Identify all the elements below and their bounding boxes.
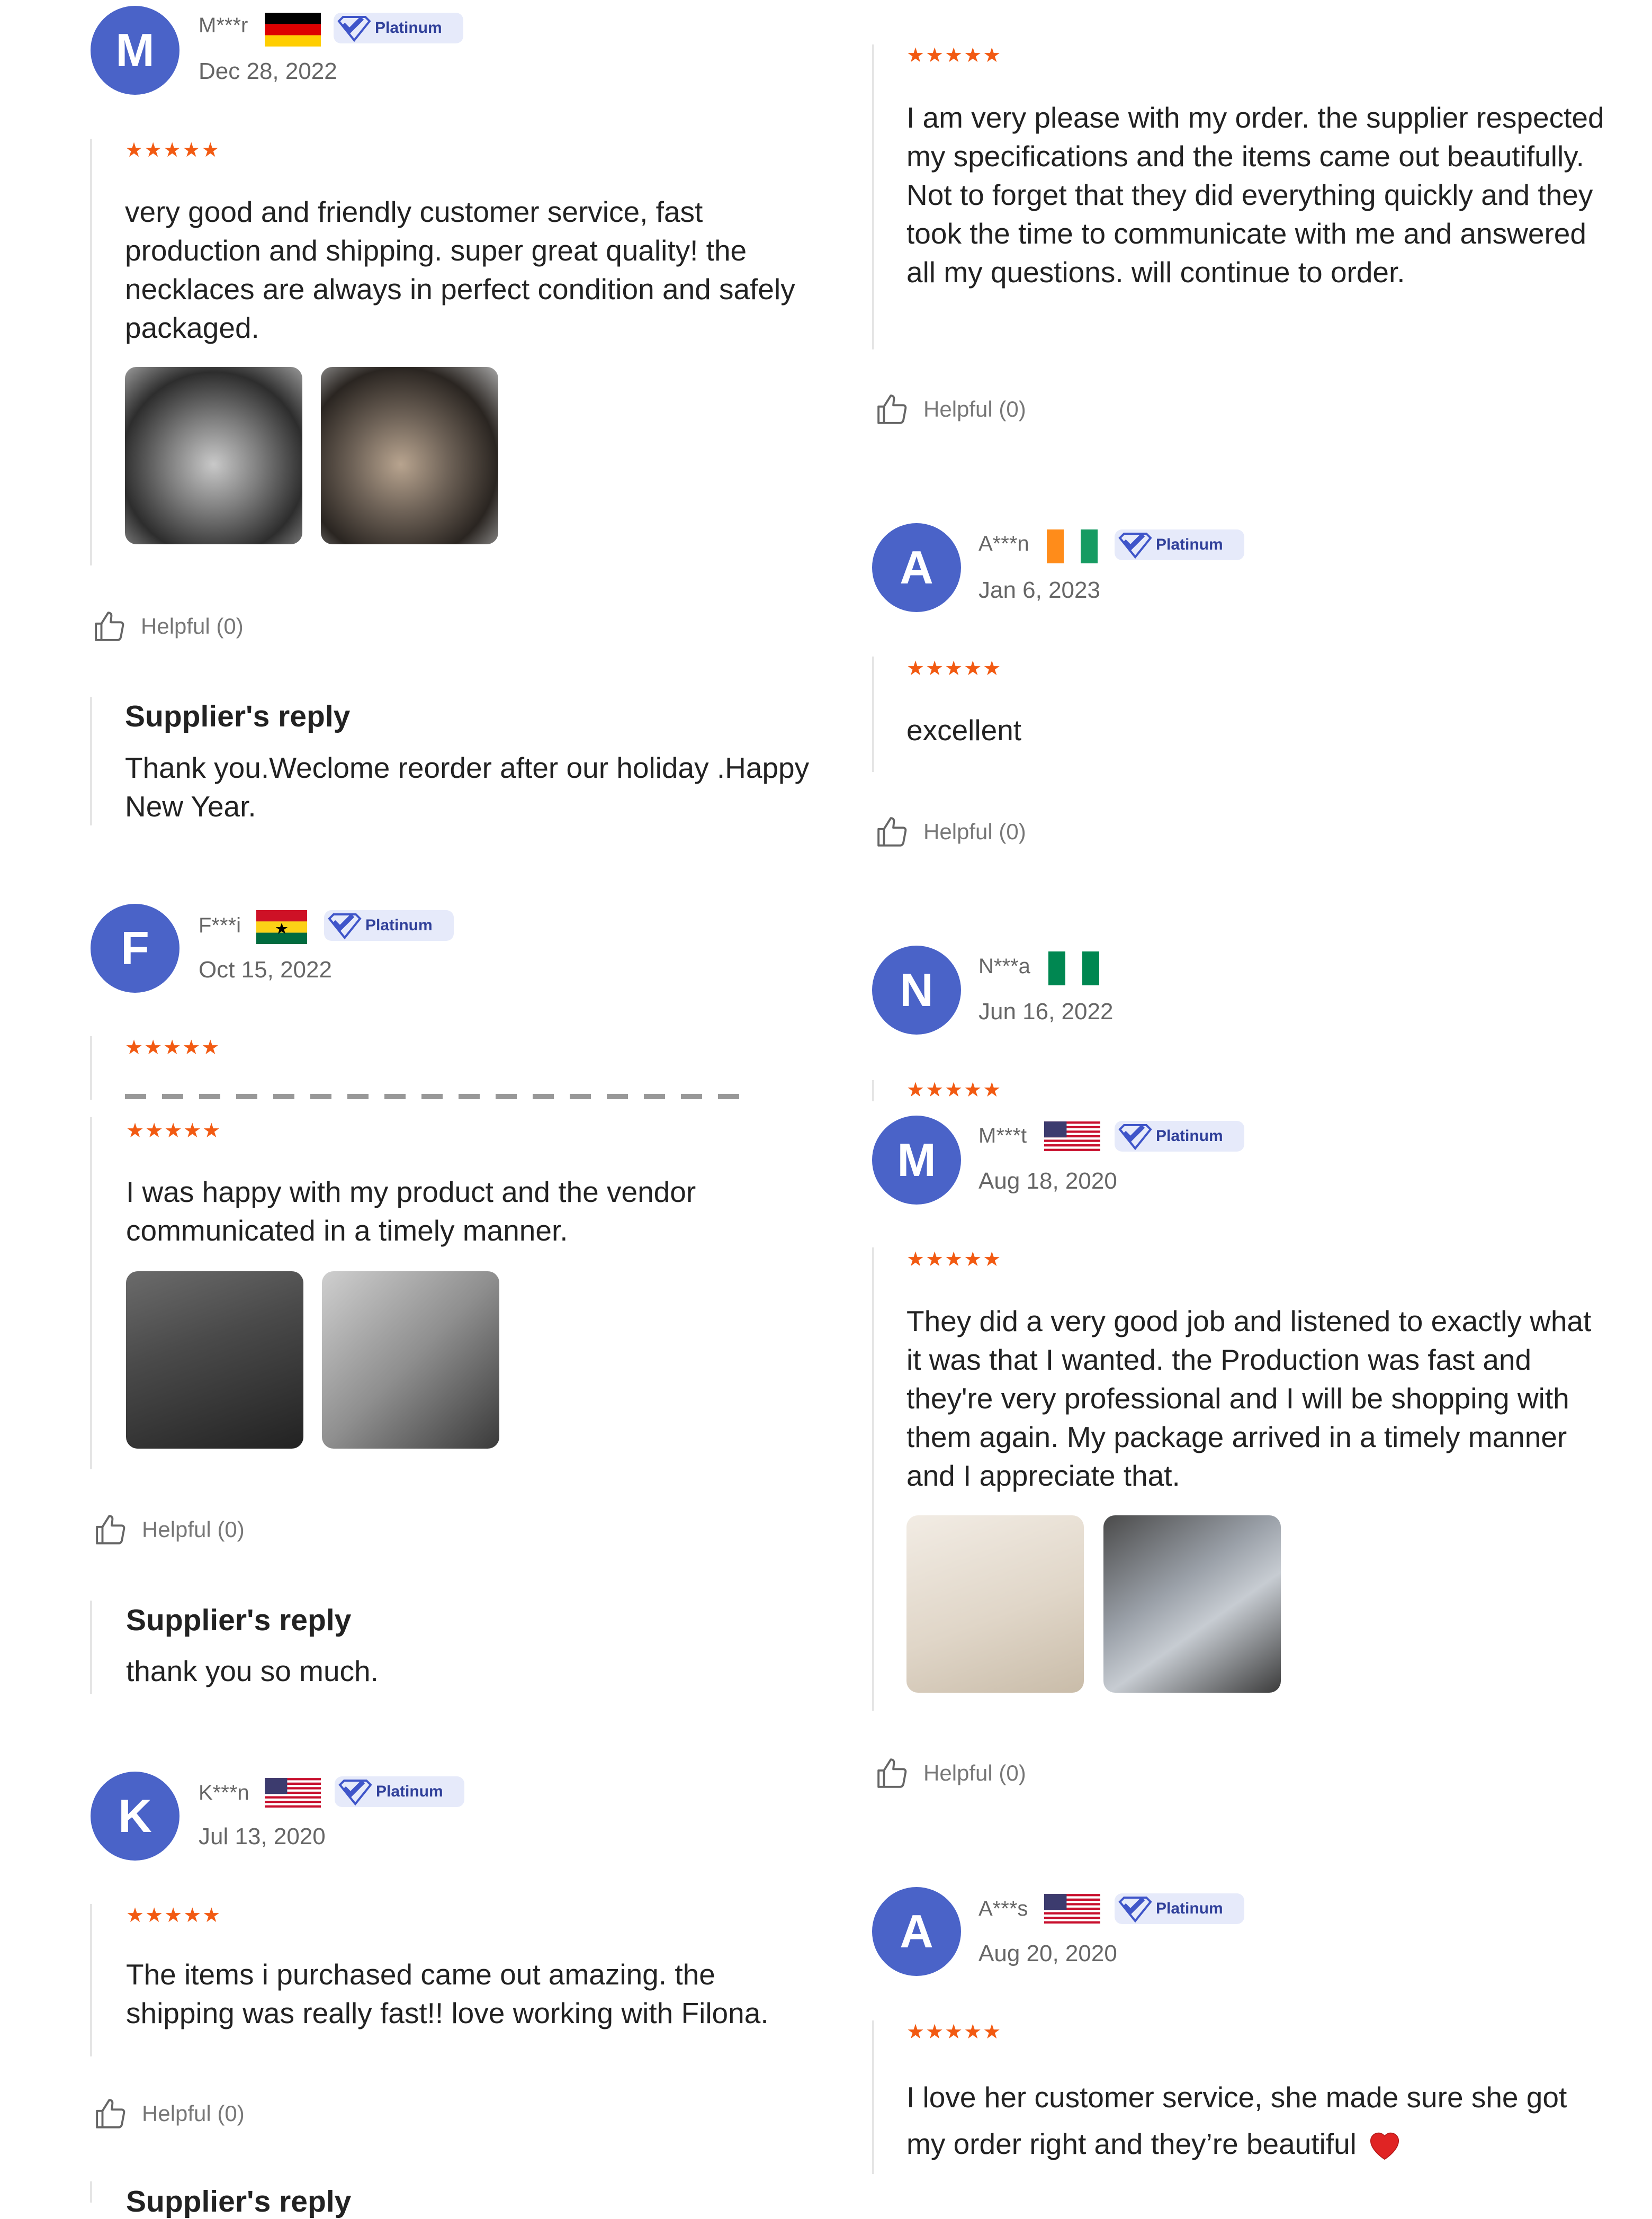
review-date: Oct 15, 2022 <box>199 957 332 983</box>
helpful-button[interactable]: Helpful (0) <box>94 1513 245 1546</box>
review-text: They did a very good job and listened to… <box>906 1305 1592 1492</box>
review-text: I am very please with my order. the supp… <box>906 101 1604 289</box>
review-date: Aug 20, 2020 <box>978 1940 1117 1966</box>
star-rating: ★★★★★ <box>126 1904 222 1927</box>
platinum-badge: Platinum <box>1115 529 1244 560</box>
flag-usa-icon <box>1044 1894 1100 1924</box>
avatar: M <box>91 6 179 95</box>
review-divider <box>872 657 874 772</box>
flag-ghana-icon <box>256 910 307 944</box>
star-rating: ★★★★★ <box>125 1037 221 1059</box>
review-divider <box>90 1117 92 1469</box>
avatar: A <box>872 1887 961 1976</box>
helpful-button[interactable]: Helpful (0) <box>876 393 1026 426</box>
supplier-reply-title: Supplier's reply <box>126 1603 352 1637</box>
review-text: very good and friendly customer service,… <box>125 195 795 344</box>
review-date: Jan 6, 2023 <box>978 577 1100 603</box>
review-divider <box>872 1247 874 1711</box>
thumbs-up-icon <box>96 2099 125 2128</box>
star-rating: ★★★★★ <box>906 658 1002 680</box>
supplier-reply-text: thank you so much. <box>126 1655 379 1687</box>
review-photo[interactable] <box>322 1271 499 1449</box>
avatar: K <box>91 1772 179 1861</box>
review-text-line: my order right and they’re beautiful <box>906 2127 1357 2160</box>
flag-ireland-icon <box>1047 529 1098 563</box>
review-photo[interactable] <box>125 367 302 544</box>
cut-off-text-fragment <box>125 1094 739 1099</box>
avatar: A <box>872 523 961 612</box>
verified-check-icon <box>337 16 371 42</box>
review-date: Dec 28, 2022 <box>199 58 337 84</box>
thumbs-up-icon <box>877 394 907 424</box>
platinum-badge: Platinum <box>324 910 454 941</box>
review-photo[interactable] <box>321 367 498 544</box>
verified-check-icon <box>1118 1124 1152 1151</box>
review-divider <box>90 1036 92 1100</box>
reply-divider <box>90 2181 92 2203</box>
thumbs-up-icon <box>96 1515 125 1544</box>
reviewer-name: F***i <box>199 914 241 937</box>
flag-germany-icon <box>265 13 321 47</box>
review-text: I love her customer service, she made su… <box>906 2074 1627 2167</box>
supplier-reply-title: Supplier's reply <box>125 699 351 733</box>
star-rating: ★★★★★ <box>906 2021 1002 2043</box>
flag-usa-icon <box>265 1778 321 1808</box>
reviewer-name: A***n <box>978 532 1029 555</box>
verified-check-icon <box>1118 533 1152 559</box>
review-divider <box>872 44 874 349</box>
reviewer-name: M***r <box>199 14 248 37</box>
helpful-button[interactable]: Helpful (0) <box>93 610 244 643</box>
review-photo[interactable] <box>126 1271 303 1449</box>
platinum-badge: Platinum <box>335 1776 464 1807</box>
review-date: Jul 13, 2020 <box>199 1823 326 1849</box>
reviewer-name: A***s <box>978 1897 1028 1920</box>
reply-divider <box>90 697 92 825</box>
thumbs-up-icon <box>877 817 907 847</box>
platinum-badge: Platinum <box>1115 1893 1244 1924</box>
reviewer-name: K***n <box>199 1781 249 1804</box>
review-divider <box>872 2020 874 2174</box>
star-rating: ★★★★★ <box>125 139 221 161</box>
flag-usa-icon <box>1044 1121 1100 1151</box>
review-photo[interactable] <box>906 1515 1084 1693</box>
thumbs-up-icon <box>877 1758 907 1788</box>
review-date: Aug 18, 2020 <box>978 1168 1117 1194</box>
review-text-line: I love her customer service, she made su… <box>906 2081 1567 2114</box>
review-photo[interactable] <box>1103 1515 1281 1693</box>
review-divider <box>90 139 92 565</box>
review-text: I was happy with my product and the vend… <box>126 1175 696 1247</box>
star-rating: ★★★★★ <box>906 1248 1002 1271</box>
helpful-button[interactable]: Helpful (0) <box>94 2097 245 2130</box>
review-text: The items i purchased came out amazing. … <box>126 1958 769 2029</box>
avatar: F <box>91 904 179 993</box>
platinum-badge: Platinum <box>1115 1121 1244 1152</box>
flag-nigeria-icon <box>1048 951 1099 985</box>
helpful-button[interactable]: Helpful (0) <box>876 1757 1026 1790</box>
reply-divider <box>90 1601 92 1694</box>
star-rating: ★★★★★ <box>906 44 1002 67</box>
heart-icon <box>1370 2132 1399 2160</box>
reviewer-name: M***t <box>978 1124 1027 1147</box>
avatar: M <box>872 1116 961 1205</box>
supplier-reply-text: Thank you.Weclome reorder after our holi… <box>125 751 810 823</box>
avatar: N <box>872 946 961 1035</box>
review-divider <box>872 1080 874 1101</box>
verified-check-icon <box>338 1780 372 1806</box>
verified-check-icon <box>1118 1897 1152 1923</box>
reviewer-name: N***a <box>978 955 1030 978</box>
supplier-reply-title: Supplier's reply <box>126 2185 352 2218</box>
review-text: excellent <box>906 714 1022 747</box>
review-divider <box>90 1904 92 2056</box>
verified-check-icon <box>328 913 362 940</box>
review-date: Jun 16, 2022 <box>978 999 1114 1025</box>
helpful-button[interactable]: Helpful (0) <box>876 815 1026 848</box>
platinum-badge: Platinum <box>334 13 463 43</box>
star-rating: ★★★★★ <box>906 1079 1002 1101</box>
thumbs-up-icon <box>95 612 124 641</box>
star-rating: ★★★★★ <box>126 1120 222 1142</box>
